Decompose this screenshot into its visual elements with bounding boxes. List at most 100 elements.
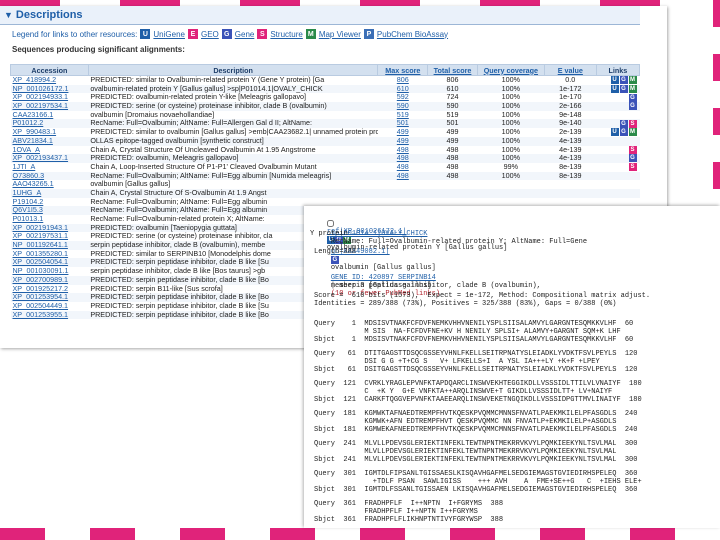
accession-link[interactable]: 1UHG_A [10, 188, 89, 198]
link-g-icon[interactable]: G [619, 119, 628, 128]
accession-link[interactable]: P01012.2 [10, 119, 89, 129]
link-u-icon[interactable]: U [610, 76, 619, 85]
query-coverage [477, 180, 544, 189]
accession-link[interactable]: P01013.1 [11, 215, 89, 224]
hit-description[interactable]: ovalbumin-related protein Y [Gallus gall… [88, 84, 378, 94]
legend-label[interactable]: PubChem BioAssay [377, 30, 448, 39]
max-score-link[interactable]: 498 [378, 146, 428, 155]
max-score-link[interactable]: 590 [377, 102, 428, 111]
accession-link[interactable]: NP_001030091.1 [11, 267, 89, 276]
link-m-icon[interactable]: M [628, 84, 637, 93]
legend-label[interactable]: Gene [235, 30, 255, 39]
collapse-triangle-icon[interactable]: ▼ [4, 10, 13, 20]
hit-description[interactable]: ovalbumin [Gallus gallus] [88, 180, 378, 189]
link-g-icon[interactable]: G [619, 128, 628, 137]
accession-link[interactable]: XP_990483.1 [11, 128, 89, 137]
accession-link[interactable]: O73860.3 [10, 171, 89, 181]
max-score-link[interactable]: 806 [378, 76, 428, 85]
accession-link[interactable]: XP_002700989.1 [10, 275, 89, 285]
link-m-icon[interactable]: M [628, 76, 637, 85]
accession-link[interactable]: 1JTI_A [11, 163, 89, 172]
max-score-link[interactable]: 610 [377, 84, 428, 94]
query-coverage: 100% [501, 75, 521, 85]
links-cell [596, 198, 639, 207]
accession-link[interactable]: NP_001192641.1 [10, 241, 89, 250]
max-score-link[interactable]: 592 [378, 93, 428, 102]
accession-link[interactable]: XP_418994.2 [11, 76, 89, 85]
table-row: XP_418994.2 PREDICTED: similar to Ovalbum… [11, 76, 640, 85]
link-s-icon[interactable]: S [628, 163, 637, 172]
link-u-icon[interactable]: U [610, 128, 619, 137]
link-g-icon[interactable]: G [628, 154, 637, 163]
accession-link[interactable]: ABV21834.1 [10, 136, 89, 146]
column-header-total-score[interactable]: Total score [427, 64, 478, 76]
hit-description[interactable]: ovalbumin [Dromaius novaehollandiae] [88, 111, 378, 120]
accession-link[interactable]: XP_002193437.1 [10, 154, 89, 163]
link-g-icon[interactable]: G [619, 76, 628, 85]
link-g-icon[interactable]: G [628, 102, 637, 111]
link-g-icon[interactable]: G [628, 93, 637, 102]
hit-description[interactable]: OLLAS epitope-tagged ovalbumin [syntheti… [88, 136, 378, 146]
link-s-icon[interactable]: S [628, 145, 637, 154]
accession-link[interactable]: XP_002197534.1 [10, 102, 89, 111]
column-header-query-coverage[interactable]: Query coverage [476, 64, 545, 76]
max-score-link[interactable] [377, 188, 428, 198]
max-score-link[interactable]: 519 [378, 111, 428, 120]
accession-link[interactable]: XP_002197531.1 [11, 232, 89, 241]
max-score-link[interactable]: 498 [377, 171, 428, 181]
legend-label[interactable]: Map Viewer [319, 30, 361, 39]
max-score-link[interactable]: 499 [377, 136, 428, 146]
accession-link[interactable]: 1OVA_A [11, 146, 89, 155]
hit-description[interactable]: RecName: Full=Ovalbumin; AltName: Full=A… [88, 119, 378, 129]
accession-link[interactable]: XP_002504054.1 [10, 258, 89, 268]
legend-label[interactable]: Structure [270, 30, 302, 39]
identities-line: Identities = 289/388 (73%), Positives = … [314, 300, 617, 308]
accession-link[interactable]: XP_001253954.1 [10, 293, 89, 302]
e-value [544, 180, 596, 189]
query-coverage: 100% [477, 154, 545, 163]
accession-link[interactable]: XP_002504449.1 [11, 302, 89, 311]
accession-link[interactable]: XP_002194933.1 [11, 93, 89, 102]
accession-link[interactable]: Q6V1I5.3 [10, 206, 89, 215]
accession-link[interactable]: XP_001355280.1 [11, 250, 89, 259]
max-score-link[interactable]: 501 [377, 119, 428, 129]
accession-link[interactable]: XP_001253955.1 [10, 310, 89, 320]
subject-line: Sbjct 1 MDSISVTNAKFCFDVFNEMKVHHVNENILYSP… [314, 336, 634, 344]
accession-link[interactable]: AAO43265.1 [11, 180, 89, 189]
hit-description[interactable]: PREDICTED: similar to ovalbumin [Gallus … [88, 128, 378, 137]
accession-link[interactable]: CAA23166.1 [11, 111, 89, 120]
accession-link[interactable]: NP_001026172.1 [10, 84, 89, 94]
links-cell: G [596, 93, 639, 102]
link-u-icon[interactable]: U [610, 84, 619, 93]
max-score-link[interactable]: 498 [378, 163, 428, 172]
query-line: Query 241 MLVLLPDEVSGLERIEKTINFEKLTEWTNP… [314, 440, 638, 448]
accession-link[interactable]: P19104.2 [11, 198, 89, 207]
hit-description[interactable]: Chain A, Crystal Structure Of S-Ovalbumi… [88, 188, 378, 198]
table-row: XP_002194933.1 PREDICTED: ovalbumin-relat… [11, 93, 640, 102]
column-header-max-score[interactable]: Max score [377, 64, 429, 76]
hit-description[interactable]: RecName: Full=Ovalbumin; AltName: Full=E… [88, 198, 378, 207]
link-m-icon[interactable]: M [628, 128, 637, 137]
hit-description[interactable]: PREDICTED: ovalbumin-related protein Y-l… [88, 93, 378, 102]
link-s-icon[interactable]: S [628, 119, 637, 128]
hit-description[interactable]: PREDICTED: serine (or cysteine) proteina… [88, 102, 378, 111]
max-score-link[interactable]: 498 [377, 154, 428, 163]
descriptions-header[interactable]: ▼ Descriptions [0, 6, 640, 25]
match-line: FRADHPFLF I++NPTN I++FGRYMS [314, 508, 478, 516]
hit-description[interactable]: PREDICTED: similar to Ovalbumin-related … [88, 76, 378, 85]
max-score-link[interactable] [378, 198, 428, 207]
max-score-link[interactable] [378, 180, 428, 189]
legend-label[interactable]: GEO [201, 30, 219, 39]
legend-label[interactable]: UniGene [153, 30, 185, 39]
max-score-link[interactable]: 499 [378, 128, 428, 137]
column-header-e-value[interactable]: E value [543, 64, 597, 76]
gene-icon-2[interactable]: G [330, 256, 339, 264]
hit-description[interactable]: Chain A, Loop-Inserted Structure Of P1-P… [88, 163, 378, 172]
accession-link[interactable]: XP_001925217.2 [11, 285, 89, 294]
hit-description[interactable]: Chain A, Crystal Structure Of Uncleaved … [88, 146, 378, 155]
table-row: 1OVA_A Chain A, Crystal Structure Of Uncl… [11, 146, 640, 155]
hit-description[interactable]: PREDICTED: ovalbumin, Meleagris gallopav… [88, 154, 378, 163]
accession-link[interactable]: XP_002191943.1 [10, 223, 89, 233]
link-g-icon[interactable]: G [619, 84, 628, 93]
hit-description[interactable]: RecName: Full=Ovalbumin; AltName: Full=E… [88, 171, 378, 181]
